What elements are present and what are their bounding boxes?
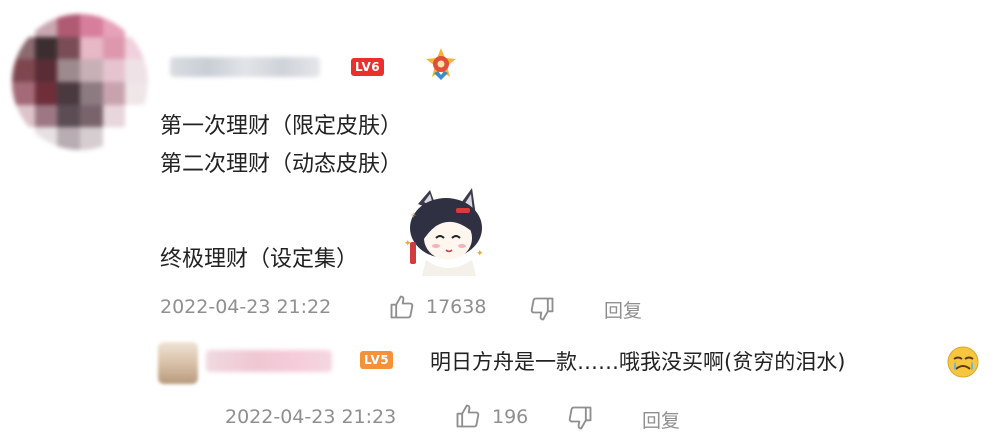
reply-dislike-button[interactable]	[566, 404, 594, 432]
commenter-username[interactable]	[170, 57, 320, 77]
svg-text:✦: ✦	[404, 239, 412, 249]
reply-username[interactable]	[206, 350, 332, 372]
svg-text:✦: ✦	[476, 249, 484, 259]
reply-level-badge: LV5	[360, 351, 394, 369]
reply-meta-row: 2022-04-23 21:23	[225, 406, 396, 428]
thumbs-up-icon	[390, 295, 414, 319]
comment-reply-button[interactable]: 回复	[604, 296, 642, 323]
level-badge: LV6	[351, 58, 385, 76]
comment-dislike-button[interactable]	[528, 295, 556, 323]
reply-level-badge-text: LV5	[364, 353, 390, 367]
thumbs-up-icon	[456, 404, 480, 428]
comment-like-button[interactable]	[388, 293, 416, 321]
level-badge-text: LV6	[355, 60, 381, 74]
comment-meta-row: 2022-04-23 21:22	[160, 296, 331, 318]
reply-timestamp: 2022-04-23 21:23	[225, 406, 397, 428]
medal-badge-icon	[426, 48, 456, 80]
reply-text: 明日方舟是一款……哦我没买啊(贫穷的泪水)	[430, 350, 846, 374]
svg-text:✧: ✧	[410, 211, 417, 220]
commenter-avatar[interactable]	[12, 14, 148, 150]
thumbs-down-icon	[530, 297, 554, 321]
catgirl-sticker-icon: ✦ ✦ ✧	[404, 188, 484, 276]
reply-reply-button[interactable]: 回复	[642, 406, 680, 433]
reply-like-button[interactable]	[454, 402, 482, 430]
comment-line-2: 第二次理财（动态皮肤）	[160, 152, 403, 177]
reply-like-count: 196	[492, 406, 529, 428]
comment-line-3: 终极理财（设定集）	[160, 247, 359, 272]
thumbs-down-icon	[568, 406, 592, 430]
crying-emoji-icon	[947, 346, 979, 378]
reply-avatar[interactable]	[158, 342, 198, 384]
comment-line-1: 第一次理财（限定皮肤）	[160, 114, 403, 139]
comment-timestamp: 2022-04-23 21:22	[160, 296, 332, 318]
comment-like-count: 17638	[426, 296, 487, 318]
